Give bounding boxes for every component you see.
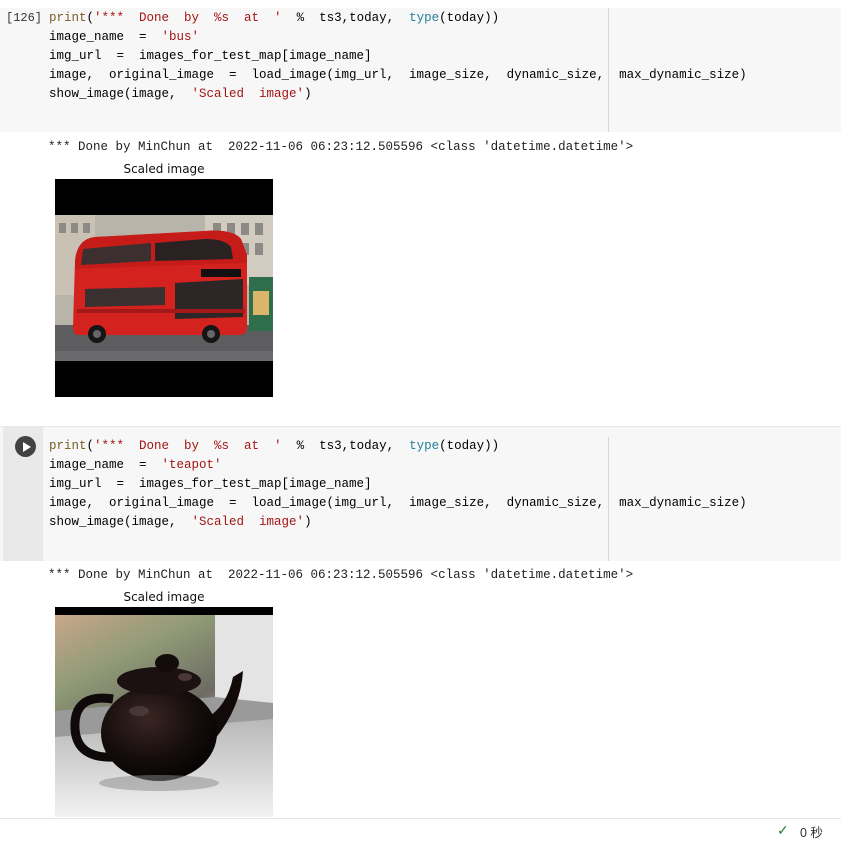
code-line-4: image, original_image = load_image(img_u… <box>49 68 747 82</box>
code-line-1: print('*** Done by %s at ' % ts3,today, … <box>49 11 500 25</box>
code-line-4: image, original_image = load_image(img_u… <box>49 496 747 510</box>
bus-photo <box>55 179 273 397</box>
code-line-5: show_image(image, 'Scaled image') <box>49 87 312 101</box>
code-editor[interactable]: print('*** Done by %s at ' % ts3,today, … <box>49 437 747 532</box>
figure-title: Scaled image <box>123 590 205 604</box>
execution-time: 0 秒 <box>800 826 823 840</box>
teapot-photo <box>55 607 273 817</box>
code-line-2: image_name = 'bus' <box>49 30 200 44</box>
code-line-3: img_url = images_for_test_map[image_name… <box>49 477 372 491</box>
cell-2-output-text: *** Done by MinChun at 2022-11-06 06:23:… <box>48 568 634 582</box>
status-bar <box>0 818 841 839</box>
code-line-3: img_url = images_for_test_map[image_name… <box>49 49 372 63</box>
code-line-5: show_image(image, 'Scaled image') <box>49 515 312 529</box>
code-cell-1-input[interactable]: [126] print('*** Done by %s at ' % ts3,t… <box>0 8 841 132</box>
cell-1-output-text: *** Done by MinChun at 2022-11-06 06:23:… <box>48 140 634 154</box>
code-line-2: image_name = 'teapot' <box>49 458 222 472</box>
code-line-1: print('*** Done by %s at ' % ts3,today, … <box>49 439 500 453</box>
check-icon: ✓ <box>777 822 789 838</box>
code-editor[interactable]: print('*** Done by %s at ' % ts3,today, … <box>49 9 747 104</box>
scaled-image-teapot <box>55 607 273 817</box>
scaled-image-bus <box>55 179 273 397</box>
figure-title: Scaled image <box>123 162 205 176</box>
play-circle-icon[interactable] <box>15 436 36 457</box>
execution-count: [126] <box>6 11 43 25</box>
code-cell-2-input[interactable]: print('*** Done by %s at ' % ts3,today, … <box>0 426 841 561</box>
cell-gutter <box>3 427 43 561</box>
